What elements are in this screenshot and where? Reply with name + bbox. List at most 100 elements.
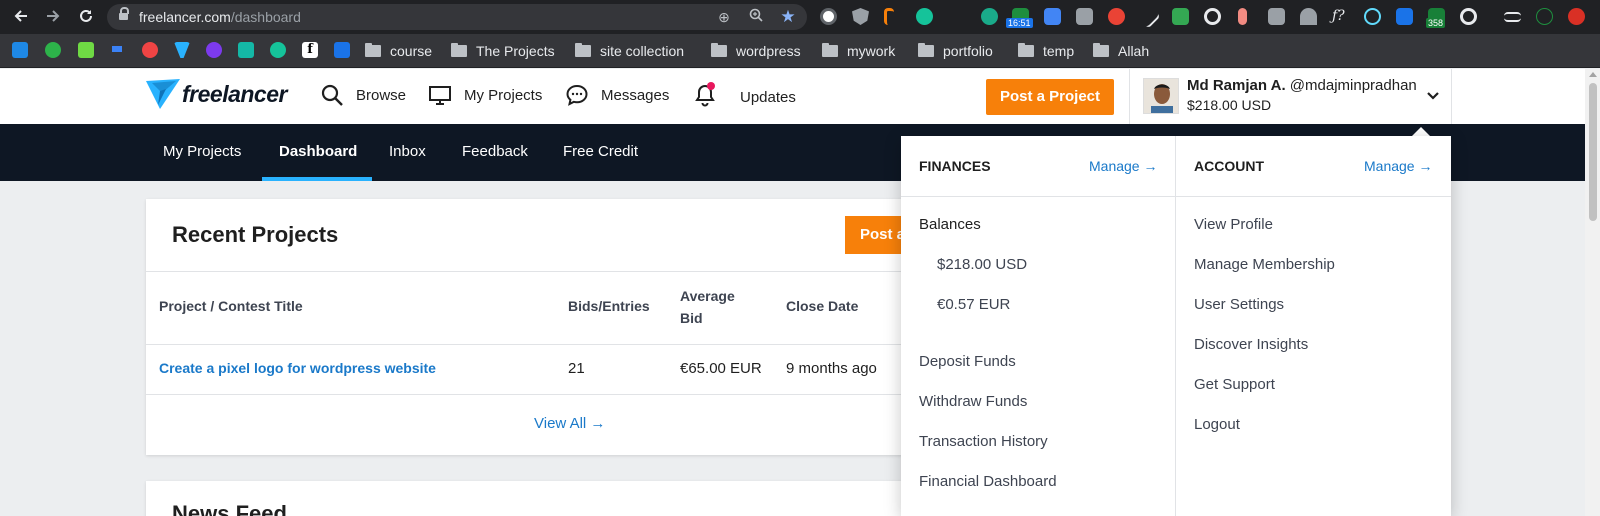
bookmark-icon[interactable] — [206, 42, 222, 58]
project-close-date: 9 months ago — [786, 360, 877, 377]
bookmark-folder-mywork[interactable]: mywork — [822, 42, 895, 60]
address-bar[interactable]: freelancer.com/dashboard ⊕ ★ — [107, 4, 807, 30]
account-dropdown: FINANCES Manage → Balances $218.00 USD €… — [901, 136, 1451, 516]
bookmark-star-icon[interactable]: ★ — [779, 8, 797, 26]
search-icon — [321, 84, 343, 106]
reload-icon[interactable] — [76, 7, 96, 27]
withdraw-funds-link[interactable]: Withdraw Funds — [919, 393, 1027, 410]
extension-icon[interactable] — [1238, 8, 1247, 25]
bookmark-folder-course[interactable]: course — [365, 42, 432, 60]
freelancer-bookmark-icon[interactable] — [174, 42, 190, 58]
project-title-link[interactable]: Create a pixel logo for wordpress websit… — [159, 360, 436, 376]
subnav-dashboard[interactable]: Dashboard — [279, 143, 357, 160]
folder-label: wordpress — [736, 43, 801, 59]
discover-insights-link[interactable]: Discover Insights — [1194, 336, 1308, 353]
account-heading: ACCOUNT — [1194, 158, 1264, 174]
extension-icon[interactable] — [1108, 8, 1125, 25]
bookmark-folder-portfolio[interactable]: portfolio — [918, 42, 993, 60]
column-header-line: Average — [680, 288, 735, 304]
update-icon[interactable] — [1568, 8, 1585, 25]
bookmark-icon[interactable] — [142, 42, 158, 58]
extension-icon[interactable] — [820, 8, 837, 25]
nav-label: Browse — [356, 86, 407, 104]
subnav-my-projects[interactable]: My Projects — [163, 143, 241, 160]
zoom-icon[interactable] — [747, 8, 765, 26]
subnav-inbox[interactable]: Inbox — [389, 143, 426, 160]
reading-list-icon[interactable] — [1504, 12, 1521, 22]
user-handle: @mdajminpradhan — [1289, 77, 1417, 94]
balance-usd[interactable]: $218.00 USD — [937, 256, 1027, 273]
deposit-funds-link[interactable]: Deposit Funds — [919, 353, 1016, 370]
balance-eur[interactable]: €0.57 EUR — [937, 296, 1010, 313]
freelancer-logo[interactable]: freelancer — [146, 79, 287, 109]
extension-icon[interactable] — [1172, 8, 1189, 25]
user-menu[interactable]: Md Ramjan A. @mdajminpradhan $218.00 USD — [1129, 69, 1452, 124]
bookmark-icon[interactable] — [112, 46, 122, 52]
view-all-link[interactable]: View All → — [534, 415, 605, 432]
news-feed-card: News Feed — [146, 481, 903, 516]
extension-icon[interactable] — [884, 8, 894, 25]
camera-icon[interactable] — [1076, 8, 1093, 25]
nav-updates[interactable]: Updates — [694, 82, 796, 111]
financial-dashboard-link[interactable]: Financial Dashboard — [919, 473, 1057, 490]
user-balance: $218.00 USD — [1187, 97, 1272, 113]
chevron-down-icon[interactable] — [1426, 89, 1440, 103]
clock-badge: 16:51 — [1006, 18, 1033, 28]
grammarly-icon[interactable] — [916, 8, 933, 25]
subnav-free-credit[interactable]: Free Credit — [563, 143, 638, 160]
subnav-feedback[interactable]: Feedback — [462, 143, 528, 160]
recent-projects-card: Recent Projects Post a Project / Contest… — [146, 199, 903, 455]
flag-bookmark-icon[interactable] — [334, 42, 350, 58]
wordpress-bookmark-icon[interactable] — [12, 42, 28, 58]
column-header-bids: Bids/Entries — [568, 298, 650, 314]
bookmark-extension-icon[interactable] — [1396, 8, 1413, 25]
translate-icon[interactable] — [1044, 8, 1061, 25]
url-domain: freelancer.com — [139, 9, 231, 25]
formula-icon[interactable]: ƒ? — [1332, 8, 1349, 25]
post-project-card-button[interactable]: Post a — [845, 216, 903, 254]
extension-icon[interactable] — [981, 8, 998, 25]
facebook-bookmark-icon[interactable]: f — [302, 42, 318, 58]
bookmark-folder-site-collection[interactable]: site collection — [575, 42, 684, 60]
install-app-icon[interactable]: ⊕ — [715, 8, 733, 26]
back-icon[interactable] — [11, 7, 31, 27]
finances-manage-link[interactable]: Manage → — [1089, 158, 1157, 174]
user-name: Md Ramjan A. @mdajminpradhan — [1187, 77, 1417, 94]
extension-icon[interactable] — [1204, 8, 1221, 25]
page-scrollbar[interactable] — [1585, 69, 1600, 516]
post-project-button[interactable]: Post a Project — [986, 79, 1114, 115]
folder-label: temp — [1043, 43, 1075, 59]
bookmark-folder-the-projects[interactable]: The Projects — [451, 42, 555, 60]
forward-icon[interactable] — [43, 7, 63, 27]
account-manage-link[interactable]: Manage → — [1364, 158, 1432, 174]
nav-browse[interactable]: Browse — [320, 83, 406, 107]
news-feed-title: News Feed — [172, 501, 287, 516]
upwork-bookmark-icon[interactable] — [78, 42, 94, 58]
bookmark-folder-wordpress[interactable]: wordpress — [711, 42, 801, 60]
transaction-history-link[interactable]: Transaction History — [919, 433, 1048, 450]
project-average-bid: €65.00 EUR — [680, 360, 762, 377]
view-profile-link[interactable]: View Profile — [1194, 216, 1273, 233]
profile-avatar-icon[interactable] — [1536, 8, 1553, 25]
nav-messages[interactable]: Messages — [565, 83, 669, 107]
nav-my-projects[interactable]: My Projects — [428, 83, 542, 107]
logout-link[interactable]: Logout — [1194, 416, 1240, 433]
user-settings-link[interactable]: User Settings — [1194, 296, 1284, 313]
divider — [901, 196, 1175, 197]
grammarly-bookmark-icon[interactable] — [270, 42, 286, 58]
shield-extension-icon[interactable] — [852, 8, 869, 25]
scroll-thumb[interactable] — [1589, 83, 1597, 221]
get-support-link[interactable]: Get Support — [1194, 376, 1275, 393]
extension-icon[interactable] — [1460, 8, 1477, 25]
fiverr-bookmark-icon[interactable] — [45, 42, 61, 58]
bookmark-folder-temp[interactable]: temp — [1018, 42, 1074, 60]
bookmark-folder-allah[interactable]: Allah — [1093, 42, 1149, 60]
react-icon[interactable] — [1364, 8, 1381, 25]
scroll-up-icon[interactable] — [1589, 72, 1597, 77]
eyedropper-icon[interactable] — [1136, 4, 1161, 29]
column-header-line: Bid — [680, 310, 703, 326]
manage-membership-link[interactable]: Manage Membership — [1194, 256, 1335, 273]
image-icon[interactable] — [1268, 8, 1285, 25]
bookmark-icon[interactable] — [238, 42, 254, 58]
extension-icon[interactable] — [1300, 8, 1317, 25]
